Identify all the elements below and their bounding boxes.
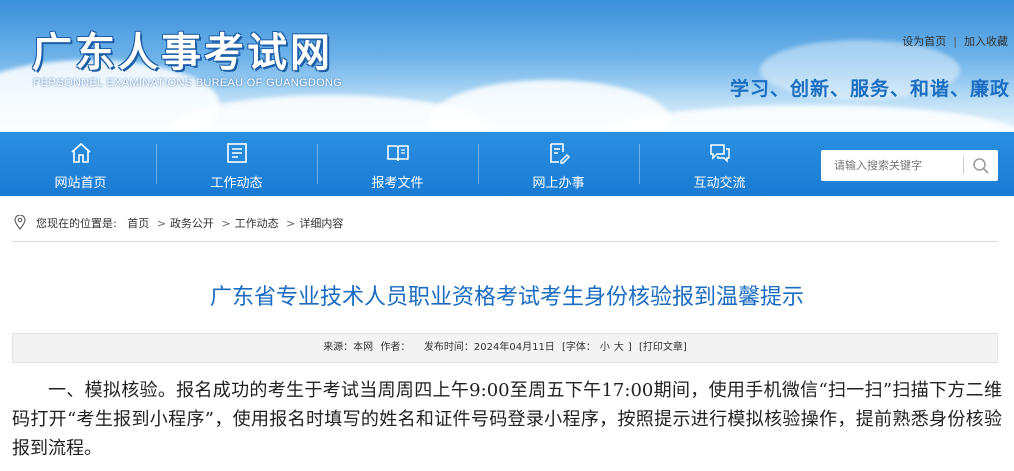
site-logo-subtitle: PERSONNEL EXAMINATIONS BUREAU OF GUANGDO… (33, 77, 343, 89)
article-author: 作者： (380, 342, 411, 353)
header-banner: 广东人事考试网 PERSONNEL EXAMINATIONS BUREAU OF… (0, 0, 1014, 132)
font-large-button[interactable]: 大 (614, 342, 624, 353)
nav-label: 网上办事 (532, 176, 585, 191)
breadcrumb-work-news[interactable]: 工作动态 (235, 217, 279, 230)
font-size-label: [字体： (562, 342, 596, 353)
book-icon (386, 145, 409, 162)
nav-item-home[interactable]: 网站首页 (0, 132, 161, 196)
article-title: 广东省专业技术人员职业资格考试考生身份核验报到温馨提示 (209, 285, 804, 310)
site-logo-title[interactable]: 广东人事考试网 (32, 20, 333, 78)
print-article-button[interactable]: [打印文章] (639, 342, 687, 353)
article-paragraph: 一、模拟核验。报名成功的考生于考试当周周四上午9:00至周五下午17:00期间，… (12, 380, 1002, 459)
edit-document-icon (549, 143, 570, 164)
top-links-separator: | (953, 35, 957, 48)
nav-label: 网站首页 (54, 176, 107, 191)
search-divider (963, 157, 964, 174)
nav-label: 工作动态 (210, 176, 263, 191)
set-home-link[interactable]: 设为首页 (902, 35, 946, 48)
nav-item-news[interactable]: 工作动态 (156, 132, 317, 196)
divider-line (12, 241, 998, 242)
nav-label: 报考文件 (371, 176, 424, 191)
search-icon[interactable] (971, 156, 991, 176)
breadcrumb-arrow: > (286, 217, 296, 230)
breadcrumb-current: 详细内容 (299, 217, 344, 230)
nav-item-online-services[interactable]: 网上办事 (478, 132, 639, 196)
font-small-button[interactable]: 小 (600, 342, 610, 353)
search-box (821, 150, 998, 181)
font-size-close: ] (627, 342, 632, 353)
breadcrumb-arrow: > (156, 217, 166, 230)
news-icon (226, 143, 247, 163)
chat-icon (709, 144, 730, 163)
nav-item-interaction[interactable]: 互动交流 (639, 132, 800, 196)
article-publish-date: 发布时间：2024年04月11日 (423, 342, 555, 353)
nav-label: 互动交流 (693, 176, 746, 191)
location-pin-icon (14, 215, 26, 230)
breadcrumb-gov-affairs[interactable]: 政务公开 (170, 217, 214, 230)
top-links: 设为首页 | 加入收藏 (902, 33, 1008, 49)
article-source: 来源：本网 (323, 342, 374, 353)
site-slogan: 学习、创新、服务、和谐、廉政 (729, 78, 1010, 100)
nav-item-exam-docs[interactable]: 报考文件 (317, 132, 478, 196)
breadcrumb-prefix: 您现在的位置是: (36, 217, 117, 230)
home-icon (70, 142, 91, 163)
breadcrumb-arrow: > (221, 217, 231, 230)
breadcrumb-home[interactable]: 首页 (127, 217, 149, 230)
article-meta-bar: 来源：本网 作者： 发布时间：2024年04月11日 [字体： 小大] [打印文章… (12, 333, 998, 363)
add-favorite-link[interactable]: 加入收藏 (964, 35, 1008, 48)
search-input[interactable] (821, 150, 963, 181)
